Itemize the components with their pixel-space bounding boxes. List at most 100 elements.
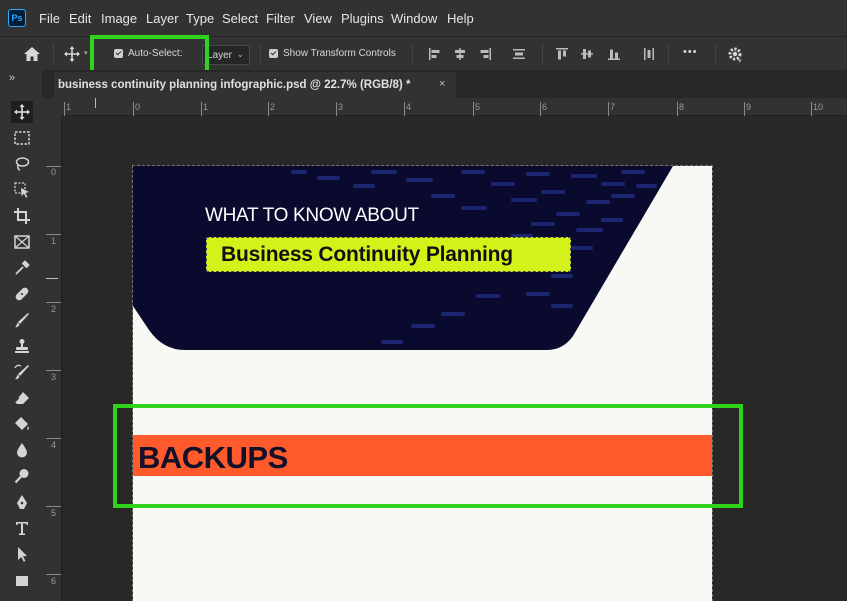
close-icon[interactable]: × [439, 78, 445, 90]
ruler-label: 1 [66, 102, 72, 112]
menu-layer[interactable]: Layer [146, 11, 179, 26]
ruler-position-marker [46, 278, 58, 279]
more-options-button[interactable]: ••• [683, 46, 698, 58]
rectangle-tool[interactable] [11, 569, 33, 591]
vertical-ruler[interactable]: 0 1 2 3 4 5 6 [42, 116, 62, 601]
ruler-tick [268, 102, 269, 116]
ruler-label: 10 [813, 102, 824, 112]
type-tool[interactable] [11, 517, 33, 539]
auto-select-target-dropdown[interactable]: Layer ⌄ [202, 45, 250, 65]
crop-icon [14, 208, 30, 224]
brush-tool[interactable] [11, 309, 33, 331]
paint-bucket-tool[interactable] [11, 413, 33, 435]
paint-bucket-icon [15, 417, 29, 430]
path-selection-tool[interactable] [11, 543, 33, 565]
ruler-label: 0 [135, 102, 141, 112]
frame-icon [14, 235, 30, 249]
ruler-tick [46, 234, 61, 235]
rectangle-icon [16, 576, 28, 586]
move-tool-icon[interactable] [64, 46, 80, 62]
ruler-tick [46, 302, 61, 303]
dodge-icon [14, 469, 29, 484]
marquee-tool[interactable] [11, 127, 33, 149]
lasso-tool[interactable] [11, 153, 33, 175]
tools-panel [0, 94, 42, 601]
healing-brush-tool[interactable] [11, 283, 33, 305]
ruler-tick [64, 102, 65, 116]
ruler-label: 1 [51, 236, 57, 246]
align-horizontal-centers-icon[interactable] [453, 47, 467, 61]
frame-tool[interactable] [11, 231, 33, 253]
lasso-icon [15, 157, 30, 171]
photoshop-logo[interactable]: Ps [8, 9, 26, 27]
ruler-tick [744, 102, 745, 116]
blur-tool[interactable] [11, 439, 33, 461]
dodge-tool[interactable] [11, 465, 33, 487]
menu-help[interactable]: Help [447, 11, 474, 26]
pen-icon [17, 495, 27, 509]
arrow-cursor-icon [18, 547, 27, 562]
menu-window[interactable]: Window [391, 11, 437, 26]
crop-tool[interactable] [11, 205, 33, 227]
type-icon [16, 522, 28, 535]
eraser-icon [14, 392, 29, 404]
document-tab-title: business continuity planning infographic… [58, 79, 411, 91]
align-vertical-centers-icon[interactable] [580, 47, 594, 61]
ruler-label: 9 [746, 102, 752, 112]
chevron-down-icon[interactable]: ▾ [738, 57, 742, 65]
move-tool[interactable] [11, 101, 33, 123]
eyedropper-icon [15, 260, 30, 275]
separator [53, 43, 54, 65]
show-transform-controls-checkbox[interactable] [269, 49, 278, 58]
ruler-position-marker [95, 98, 96, 108]
eyebrow-heading: WHAT TO KNOW ABOUT [205, 205, 419, 226]
bandage-icon [15, 287, 29, 301]
align-top-edges-icon[interactable] [555, 47, 569, 61]
ruler-tick [404, 102, 405, 116]
menu-view[interactable]: View [304, 11, 332, 26]
ruler-tick [46, 370, 61, 371]
ruler-tick [46, 438, 61, 439]
document-workspace[interactable]: WHAT TO KNOW ABOUT Business Continuity P… [62, 116, 847, 601]
infographic-title: Business Continuity Planning [221, 243, 513, 266]
history-brush-tool[interactable] [11, 361, 33, 383]
ruler-label: 4 [51, 440, 57, 450]
menu-filter[interactable]: Filter [266, 11, 295, 26]
backups-highlight [113, 404, 743, 508]
ruler-tick [540, 102, 541, 116]
document-canvas[interactable]: WHAT TO KNOW ABOUT Business Continuity P… [132, 165, 713, 601]
menu-file[interactable]: File [39, 11, 60, 26]
separator [715, 43, 716, 65]
object-selection-tool[interactable] [11, 179, 33, 201]
ruler-tick [46, 506, 61, 507]
horizontal-ruler[interactable]: 1 0 1 2 3 4 5 6 7 8 9 10 [62, 98, 847, 116]
pen-tool[interactable] [11, 491, 33, 513]
ruler-tick [46, 574, 61, 575]
menu-edit[interactable]: Edit [69, 11, 91, 26]
distribute-horizontal-icon[interactable] [642, 47, 656, 61]
menu-type[interactable]: Type [186, 11, 214, 26]
align-right-edges-icon[interactable] [478, 47, 492, 61]
ruler-tick [473, 102, 474, 116]
distribute-vertical-icon[interactable] [512, 47, 526, 61]
menu-select[interactable]: Select [222, 11, 258, 26]
menu-plugins[interactable]: Plugins [341, 11, 384, 26]
document-tab[interactable]: business continuity planning infographic… [54, 72, 456, 98]
collapse-panels-icon[interactable]: » [9, 72, 15, 84]
separator [412, 43, 413, 65]
eraser-tool[interactable] [11, 387, 33, 409]
align-bottom-edges-icon[interactable] [607, 47, 621, 61]
object-selection-icon [14, 182, 29, 198]
ruler-label: 8 [679, 102, 685, 112]
ruler-label: 6 [51, 576, 57, 586]
tool-preset-chevron-icon[interactable]: ▾ [84, 49, 88, 57]
ruler-label: 2 [270, 102, 276, 112]
ruler-label: 3 [338, 102, 344, 112]
ruler-label: 3 [51, 372, 57, 382]
eyedropper-tool[interactable] [11, 257, 33, 279]
menu-image[interactable]: Image [101, 11, 137, 26]
ruler-tick [608, 102, 609, 116]
clone-stamp-tool[interactable] [11, 335, 33, 357]
home-icon[interactable] [23, 46, 41, 62]
align-left-edges-icon[interactable] [428, 47, 442, 61]
